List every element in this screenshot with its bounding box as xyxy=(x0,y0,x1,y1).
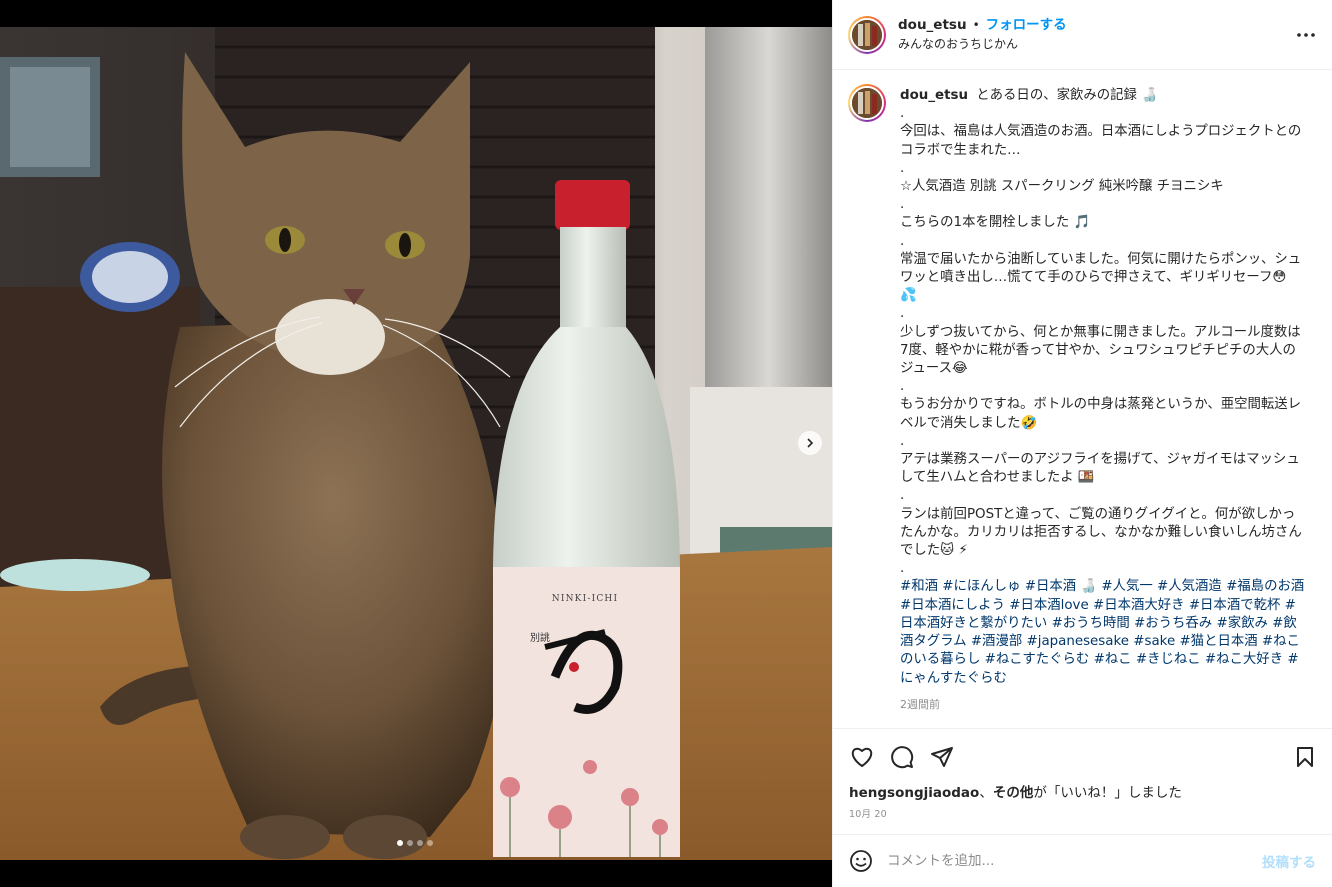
bottle-brand-text: NINKI-ICHI xyxy=(552,594,618,604)
caption-paragraph: . もうお分かりですね。ボトルの中身は蒸発というか、亜空間転送レベルで消失しまし… xyxy=(900,379,1302,431)
post-comment-button[interactable]: 投稿する xyxy=(1262,851,1316,871)
heart-icon xyxy=(851,747,873,767)
username-link[interactable]: dou_etsu xyxy=(898,16,967,35)
caption-paragraph: . アテは業務スーパーのアジフライを揚げて、ジャガイモはマッシュして生ハムと合わ… xyxy=(900,433,1300,486)
location-link[interactable]: みんなのおうちじかん xyxy=(898,35,1294,54)
caption-paragraph: . 今回は、福島は人気酒造のお酒。日本酒にしようプロジェクトとのコラボで生まれた… xyxy=(900,106,1302,158)
like-button[interactable] xyxy=(849,744,875,770)
caption-username-link[interactable]: dou_etsu xyxy=(900,88,968,103)
header-separator: • xyxy=(972,17,980,32)
liker-username-link[interactable]: hengsongjiaodao xyxy=(849,785,979,801)
carousel-dot xyxy=(417,840,423,846)
likes-sep: 、 xyxy=(979,785,993,801)
caption-paragraph: . 少しずつ抜いてから、何とか無事に開きました。アルコール度数は7度、軽やかに糀… xyxy=(900,306,1301,377)
carousel-dot xyxy=(397,840,403,846)
likes-suffix: が「いいね！」しました xyxy=(1033,785,1182,801)
share-icon xyxy=(931,746,953,767)
post-modal: NINKI-ICHI 別誂 dou_etsu • フォローする みんなのおうちじ… xyxy=(0,0,1332,887)
caption-paragraph: . こちらの1本を開栓しました 🎵 xyxy=(900,197,1091,231)
more-horizontal-icon xyxy=(1297,32,1315,37)
hashtag-link[interactable]: #家飲み xyxy=(1216,616,1267,631)
post-date: 10月 20 xyxy=(849,809,887,820)
caption-first-line: とある日の、家飲みの記録 🍶 xyxy=(976,88,1158,103)
hashtag-link[interactable]: #sake xyxy=(1133,634,1175,649)
share-button[interactable] xyxy=(929,744,955,770)
bottle-sub-text: 別誂 xyxy=(530,631,550,644)
carousel-indicator xyxy=(397,840,433,846)
likes-summary: hengsongjiaodao、その他が「いいね！」しました xyxy=(833,784,1332,802)
hashtag-link[interactable]: #japanesesake xyxy=(1027,634,1130,649)
save-button[interactable] xyxy=(1292,744,1318,770)
smile-icon xyxy=(850,850,872,872)
caption-text: dou_etsu とある日の、家飲みの記録 🍶 . 今回は、福島は人気酒造のお酒… xyxy=(900,84,1306,728)
hashtag-link[interactable]: #おうち時間 xyxy=(1052,616,1130,631)
hashtag-link[interactable]: #人気酒造 xyxy=(1157,579,1222,594)
bookmark-icon xyxy=(1297,746,1313,767)
others-link[interactable]: その他 xyxy=(993,785,1034,801)
avatar[interactable] xyxy=(848,15,886,54)
carousel-dot xyxy=(427,840,433,846)
action-bar xyxy=(833,728,1332,784)
hashtag-link[interactable]: #きじねこ xyxy=(1136,652,1201,667)
hashtag-link[interactable]: #にほんしゅ xyxy=(942,579,1020,594)
caption-paragraph: . ☆人気酒造 別誂 スパークリング 純米吟醸 チヨニシキ xyxy=(900,160,1224,195)
hashtag-link[interactable]: #和酒 xyxy=(900,579,938,594)
hashtag-link[interactable]: #ねこ xyxy=(1094,652,1132,667)
hashtag-link[interactable]: #日本酒love xyxy=(1009,598,1088,613)
post-media: NINKI-ICHI 別誂 xyxy=(0,0,832,887)
comment-icon xyxy=(891,745,914,768)
caption-paragraph: . xyxy=(900,561,905,577)
hashtag-link[interactable]: #おうち呑み xyxy=(1134,616,1212,631)
avatar[interactable] xyxy=(848,84,886,122)
hashtag-link[interactable]: #ねこすたぐらむ xyxy=(985,652,1090,667)
comment-button[interactable] xyxy=(889,744,915,770)
post-sidebar: dou_etsu • フォローする みんなのおうちじかん dou_etsu とあ… xyxy=(832,0,1332,887)
chevron-right-icon xyxy=(807,438,814,448)
comment-bar: 投稿する xyxy=(833,834,1332,887)
hashtag-link[interactable]: #猫と日本酒 xyxy=(1179,634,1257,649)
hashtag-link[interactable]: #日本酒大好き xyxy=(1093,598,1185,613)
hashtag-link[interactable]: #日本酒 🍶 xyxy=(1025,579,1097,594)
caption-time: 2週間前 xyxy=(900,697,940,711)
post-header: dou_etsu • フォローする みんなのおうちじかん xyxy=(833,0,1332,70)
caption-section: dou_etsu とある日の、家飲みの記録 🍶 . 今回は、福島は人気酒造のお酒… xyxy=(833,70,1332,728)
caption-paragraph: . ランは前回POSTと違って、ご覧の通りグイグイと。何が欲しかったんかな。カリ… xyxy=(900,488,1302,559)
hashtag-link[interactable]: #日本酒で乾杯 xyxy=(1189,598,1281,613)
carousel-dot xyxy=(407,840,413,846)
hashtag-link[interactable]: #人気一 xyxy=(1101,579,1152,594)
hashtag-list: #和酒 #にほんしゅ #日本酒 🍶 #人気一 #人気酒造 #福島のお酒 #日本酒… xyxy=(900,578,1306,687)
follow-button[interactable]: フォローする xyxy=(986,16,1067,35)
post-photo: NINKI-ICHI 別誂 xyxy=(0,27,832,860)
hashtag-link[interactable]: #日本酒にしよう xyxy=(900,598,1005,613)
hashtag-link[interactable]: #ねこ大好き xyxy=(1205,652,1283,667)
hashtag-link[interactable]: #福島のお酒 xyxy=(1226,579,1304,594)
more-options-button[interactable] xyxy=(1294,23,1318,47)
carousel-next-button[interactable] xyxy=(798,431,822,455)
hashtag-link[interactable]: #酒漫部 xyxy=(971,634,1022,649)
comment-input[interactable] xyxy=(887,853,1262,869)
emoji-button[interactable] xyxy=(849,849,873,873)
caption-paragraph: . 常温で届いたから油断していました。何気に開けたらポンッ、シュワッと噴き出し…… xyxy=(900,233,1302,304)
